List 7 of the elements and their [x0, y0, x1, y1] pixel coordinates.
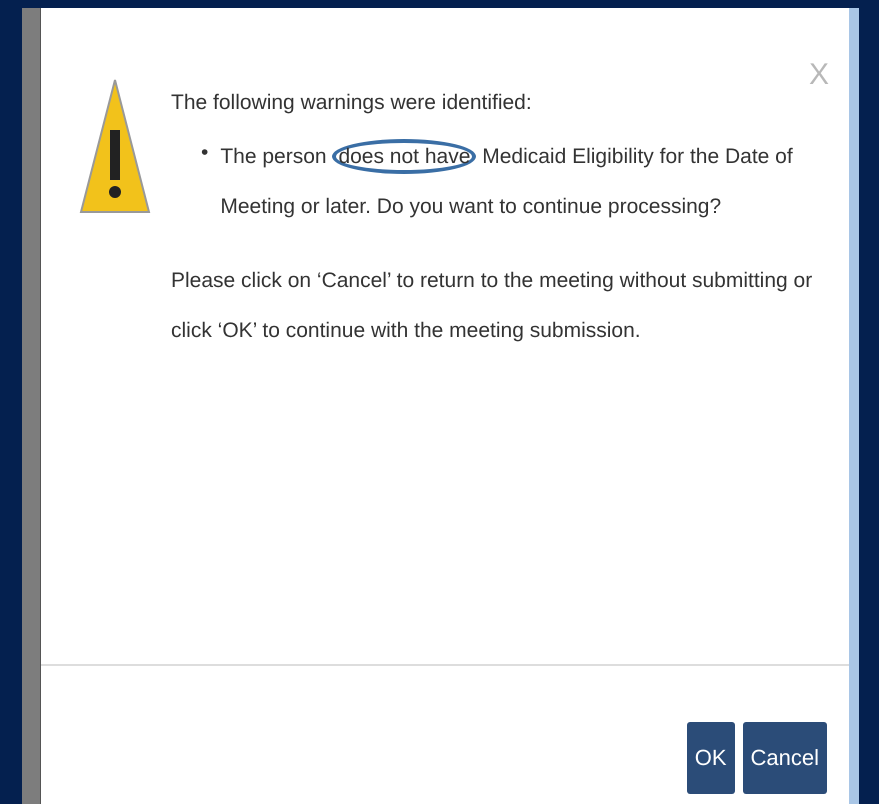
cancel-button[interactable]: Cancel: [742, 722, 827, 794]
warning-message: The person does not have Medicaid Eligibility for the Date of Meeting or later. Do you want to continue processing?: [220, 128, 829, 236]
warning-icon: [79, 78, 151, 214]
ok-button[interactable]: OK: [686, 722, 735, 794]
bullet: •: [201, 140, 208, 166]
instruction-text: Please click on ‘Cancel’ to return to the meeting without submitting or click ‘OK’ to continue with the meeting submission.: [171, 268, 814, 344]
warning-heading: The following warnings were identified:: [171, 90, 533, 116]
